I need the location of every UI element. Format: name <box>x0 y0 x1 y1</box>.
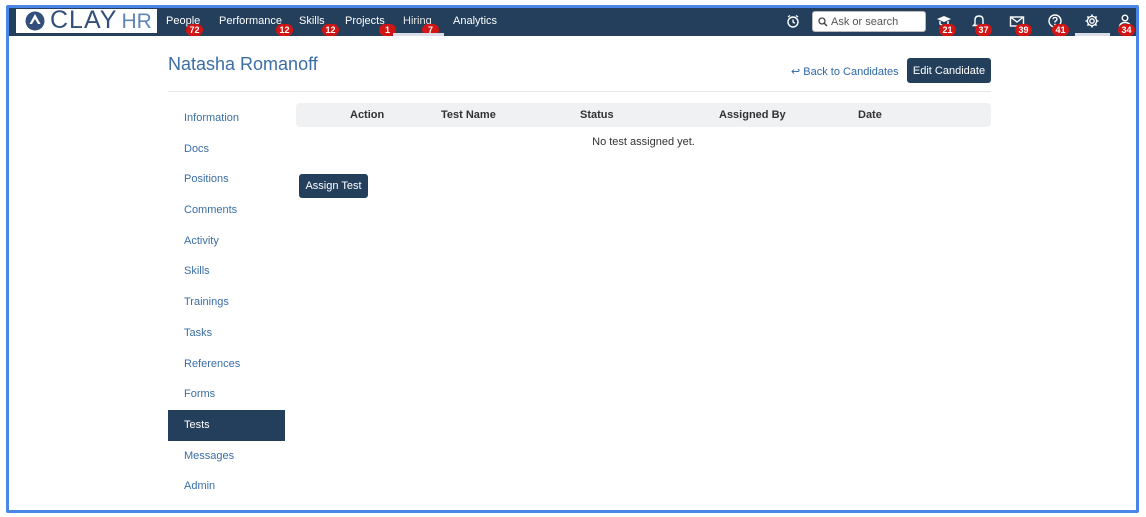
side-item-references[interactable]: References <box>168 349 285 380</box>
candidate-name-title: Natasha Romanoff <box>168 54 318 74</box>
side-item-skills[interactable]: Skills <box>168 256 285 287</box>
side-item-tests[interactable]: Tests <box>168 409 285 441</box>
empty-tests-message: No test assigned yet. <box>592 136 695 148</box>
user-badge: 34 <box>1118 24 1135 36</box>
side-item-trainings[interactable]: Trainings <box>168 287 285 318</box>
bell-badge: 37 <box>975 24 992 36</box>
side-item-forms[interactable]: Forms <box>168 379 285 410</box>
nav-people-badge: 72 <box>186 24 203 36</box>
nav-skills[interactable]: Skills <box>299 15 325 27</box>
side-item-docs[interactable]: Docs <box>168 134 285 165</box>
learning-badge: 21 <box>939 24 956 36</box>
settings-indicator <box>1075 33 1110 36</box>
back-to-candidates-link[interactable]: ↩︎ Back to Candidates <box>791 65 899 78</box>
candidate-side-menu: Information Docs Positions Comments Acti… <box>168 103 285 502</box>
clayhr-logo[interactable]: CLAY HR <box>16 6 157 34</box>
logo-wordmark: CLAY HR <box>50 6 152 34</box>
column-status[interactable]: Status <box>580 109 614 121</box>
nav-projects[interactable]: Projects <box>345 15 385 27</box>
mail-badge: 39 <box>1015 24 1032 36</box>
nav-performance[interactable]: Performance <box>219 15 282 27</box>
app-frame: CLAY HR People 72 Performance 12 Skills 1… <box>6 5 1139 513</box>
nav-analytics[interactable]: Analytics <box>453 15 497 27</box>
search-icon <box>818 16 828 26</box>
tests-table-header: Action Test Name Status Assigned By Date <box>296 103 991 127</box>
active-tab-indicator <box>393 33 444 36</box>
column-assigned-by[interactable]: Assigned By <box>719 109 786 121</box>
side-item-messages[interactable]: Messages <box>168 441 285 472</box>
edit-candidate-button[interactable]: Edit Candidate <box>907 58 991 83</box>
side-item-comments[interactable]: Comments <box>168 195 285 226</box>
column-date[interactable]: Date <box>858 109 882 121</box>
column-action[interactable]: Action <box>350 109 384 121</box>
side-item-activity[interactable]: Activity <box>168 226 285 257</box>
search-placeholder: Ask or search <box>831 15 899 28</box>
back-arrow-icon: ↩︎ <box>791 66 801 78</box>
search-box[interactable]: Ask or search <box>812 11 926 32</box>
assign-test-button[interactable]: Assign Test <box>299 174 368 198</box>
side-item-information[interactable]: Information <box>168 103 285 134</box>
nav-skills-badge: 12 <box>322 24 339 36</box>
gear-icon[interactable] <box>1084 13 1100 29</box>
side-item-positions[interactable]: Positions <box>168 164 285 195</box>
alarm-clock-icon[interactable] <box>785 13 801 29</box>
side-item-admin[interactable]: Admin <box>168 471 285 502</box>
top-nav-bar: CLAY HR People 72 Performance 12 Skills 1… <box>9 8 1136 36</box>
logo-mark-icon <box>25 11 45 31</box>
help-badge: 41 <box>1052 24 1069 36</box>
side-item-tasks[interactable]: Tasks <box>168 318 285 349</box>
column-test-name[interactable]: Test Name <box>441 109 496 121</box>
title-divider <box>168 91 991 92</box>
nav-performance-badge: 12 <box>276 24 293 36</box>
